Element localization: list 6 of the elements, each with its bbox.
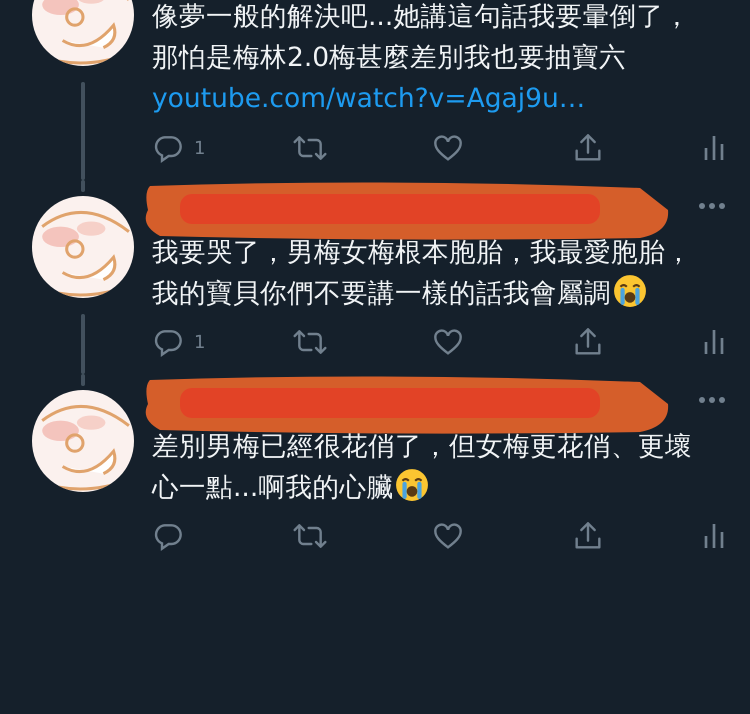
reply-count: 1 — [194, 332, 206, 352]
tweet-text: 像夢一般的解決吧...她講這句話我要暈倒了，那怕是梅林2.0梅甚麼差別我也要抽寶六 — [152, 0, 692, 75]
more-icon[interactable] — [698, 202, 726, 210]
more-icon[interactable] — [698, 396, 726, 404]
reply-count: 1 — [194, 138, 206, 158]
tweet-link[interactable]: youtube.com/watch?v=Agaj9u… — [152, 78, 586, 120]
